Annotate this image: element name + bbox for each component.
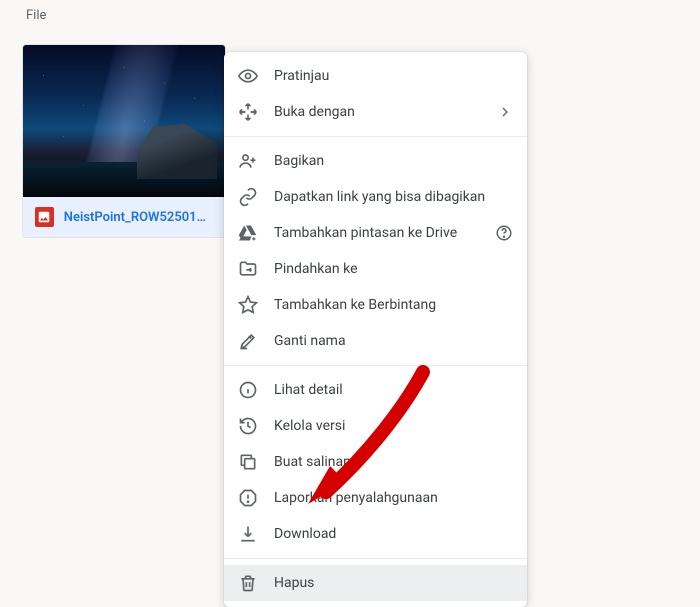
menu-label: Lihat detail — [274, 382, 513, 398]
image-file-icon — [35, 207, 54, 227]
context-menu: Pratinjau Buka dengan Bagikan Dapatkan l… — [224, 52, 527, 607]
folder-move-icon — [238, 259, 258, 279]
menu-divider — [224, 365, 527, 366]
menu-label: Laporkan penyalahgunaan — [274, 490, 513, 506]
person-add-icon — [238, 151, 258, 171]
star-icon — [238, 295, 258, 315]
file-thumbnail — [23, 45, 225, 197]
menu-label: Hapus — [274, 575, 513, 591]
trash-icon — [238, 573, 258, 593]
menu-download[interactable]: Download — [224, 516, 527, 552]
menu-label: Tambahkan pintasan ke Drive — [274, 225, 479, 241]
menu-open-with[interactable]: Buka dengan — [224, 94, 527, 130]
menu-make-copy[interactable]: Buat salinan — [224, 444, 527, 480]
menu-get-link[interactable]: Dapatkan link yang bisa dibagikan — [224, 179, 527, 215]
menu-label: Buat salinan — [274, 454, 513, 470]
menu-label: Pratinjau — [274, 68, 513, 84]
menu-add-star[interactable]: Tambahkan ke Berbintang — [224, 287, 527, 323]
menu-label: Download — [274, 526, 513, 542]
info-icon — [238, 380, 258, 400]
menu-delete[interactable]: Hapus — [224, 565, 527, 601]
eye-icon — [238, 66, 258, 86]
menu-rename[interactable]: Ganti nama — [224, 323, 527, 359]
move-arrows-icon — [238, 102, 258, 122]
drive-add-icon — [238, 223, 258, 243]
menu-manage-versions[interactable]: Kelola versi — [224, 408, 527, 444]
copy-icon — [238, 452, 258, 472]
menu-preview[interactable]: Pratinjau — [224, 58, 527, 94]
menu-label: Pindahkan ke — [274, 261, 513, 277]
menu-report-abuse[interactable]: Laporkan penyalahgunaan — [224, 480, 527, 516]
history-icon — [238, 416, 258, 436]
menu-label: Bagikan — [274, 153, 513, 169]
menu-label: Buka dengan — [274, 104, 481, 120]
help-icon[interactable] — [495, 224, 513, 242]
menu-share[interactable]: Bagikan — [224, 143, 527, 179]
menu-divider — [224, 136, 527, 137]
file-name: NeistPoint_ROW5250174... — [64, 210, 213, 225]
menu-label: Tambahkan ke Berbintang — [274, 297, 513, 313]
chevron-right-icon — [497, 104, 513, 120]
menu-label: Ganti nama — [274, 333, 513, 349]
link-icon — [238, 187, 258, 207]
menu-label: Kelola versi — [274, 418, 513, 434]
menu-add-shortcut[interactable]: Tambahkan pintasan ke Drive — [224, 215, 527, 251]
report-icon — [238, 488, 258, 508]
file-title-row[interactable]: NeistPoint_ROW5250174... — [23, 197, 225, 237]
menu-label: Dapatkan link yang bisa dibagikan — [274, 189, 513, 205]
file-card[interactable]: NeistPoint_ROW5250174... — [22, 44, 226, 238]
download-icon — [238, 524, 258, 544]
menu-divider — [224, 558, 527, 559]
section-label: File — [26, 8, 46, 23]
menu-move-to[interactable]: Pindahkan ke — [224, 251, 527, 287]
pencil-icon — [238, 331, 258, 351]
menu-view-details[interactable]: Lihat detail — [224, 372, 527, 408]
